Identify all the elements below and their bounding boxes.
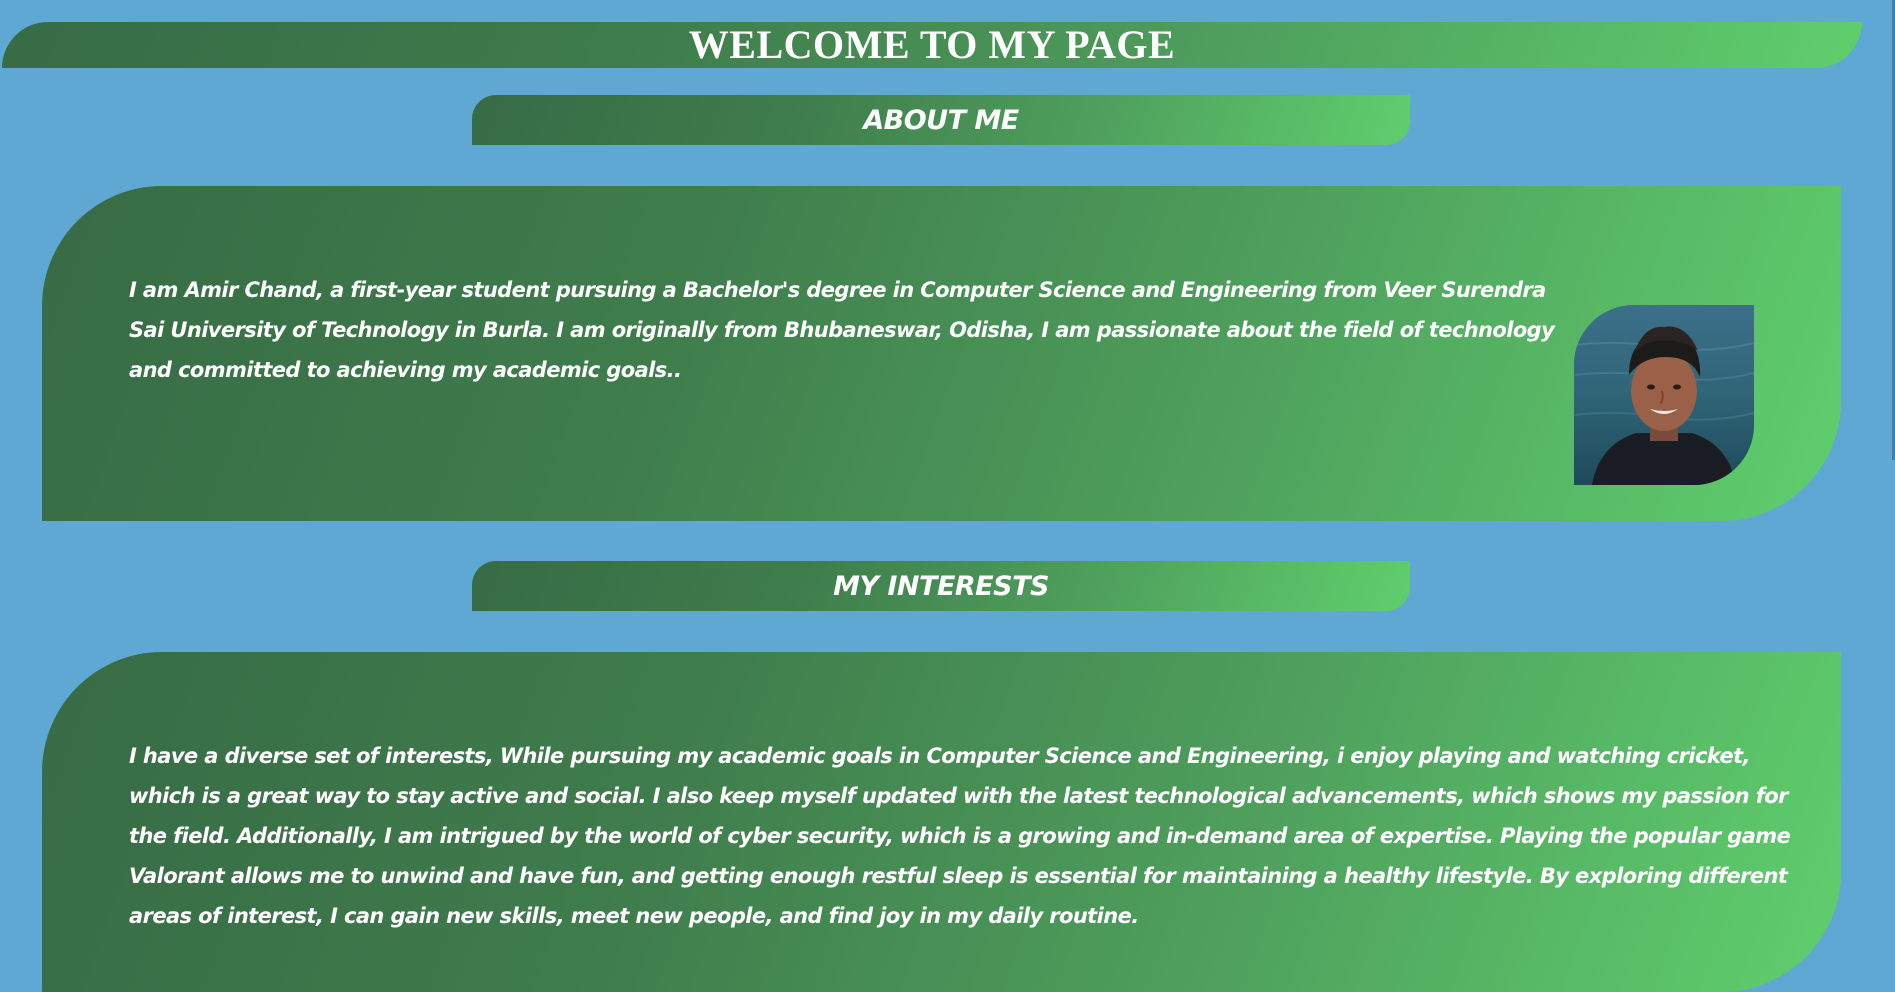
profile-photo-icon <box>1574 305 1754 485</box>
about-card: I am Amir Chand, a first-year student pu… <box>42 186 1841 521</box>
interests-heading-bar: MY INTERESTS <box>472 561 1410 611</box>
about-text: I am Amir Chand, a first-year student pu… <box>129 278 1555 382</box>
about-heading: ABOUT ME <box>863 104 1019 136</box>
interests-card: I have a diverse set of interests, While… <box>42 652 1841 992</box>
about-heading-bar: ABOUT ME <box>472 95 1410 145</box>
interests-text: I have a diverse set of interests, While… <box>129 744 1791 928</box>
profile-photo <box>1574 305 1754 485</box>
page-header: WELCOME TO MY PAGE <box>2 22 1862 68</box>
page-title: WELCOME TO MY PAGE <box>688 22 1176 67</box>
interests-heading: MY INTERESTS <box>833 570 1049 602</box>
